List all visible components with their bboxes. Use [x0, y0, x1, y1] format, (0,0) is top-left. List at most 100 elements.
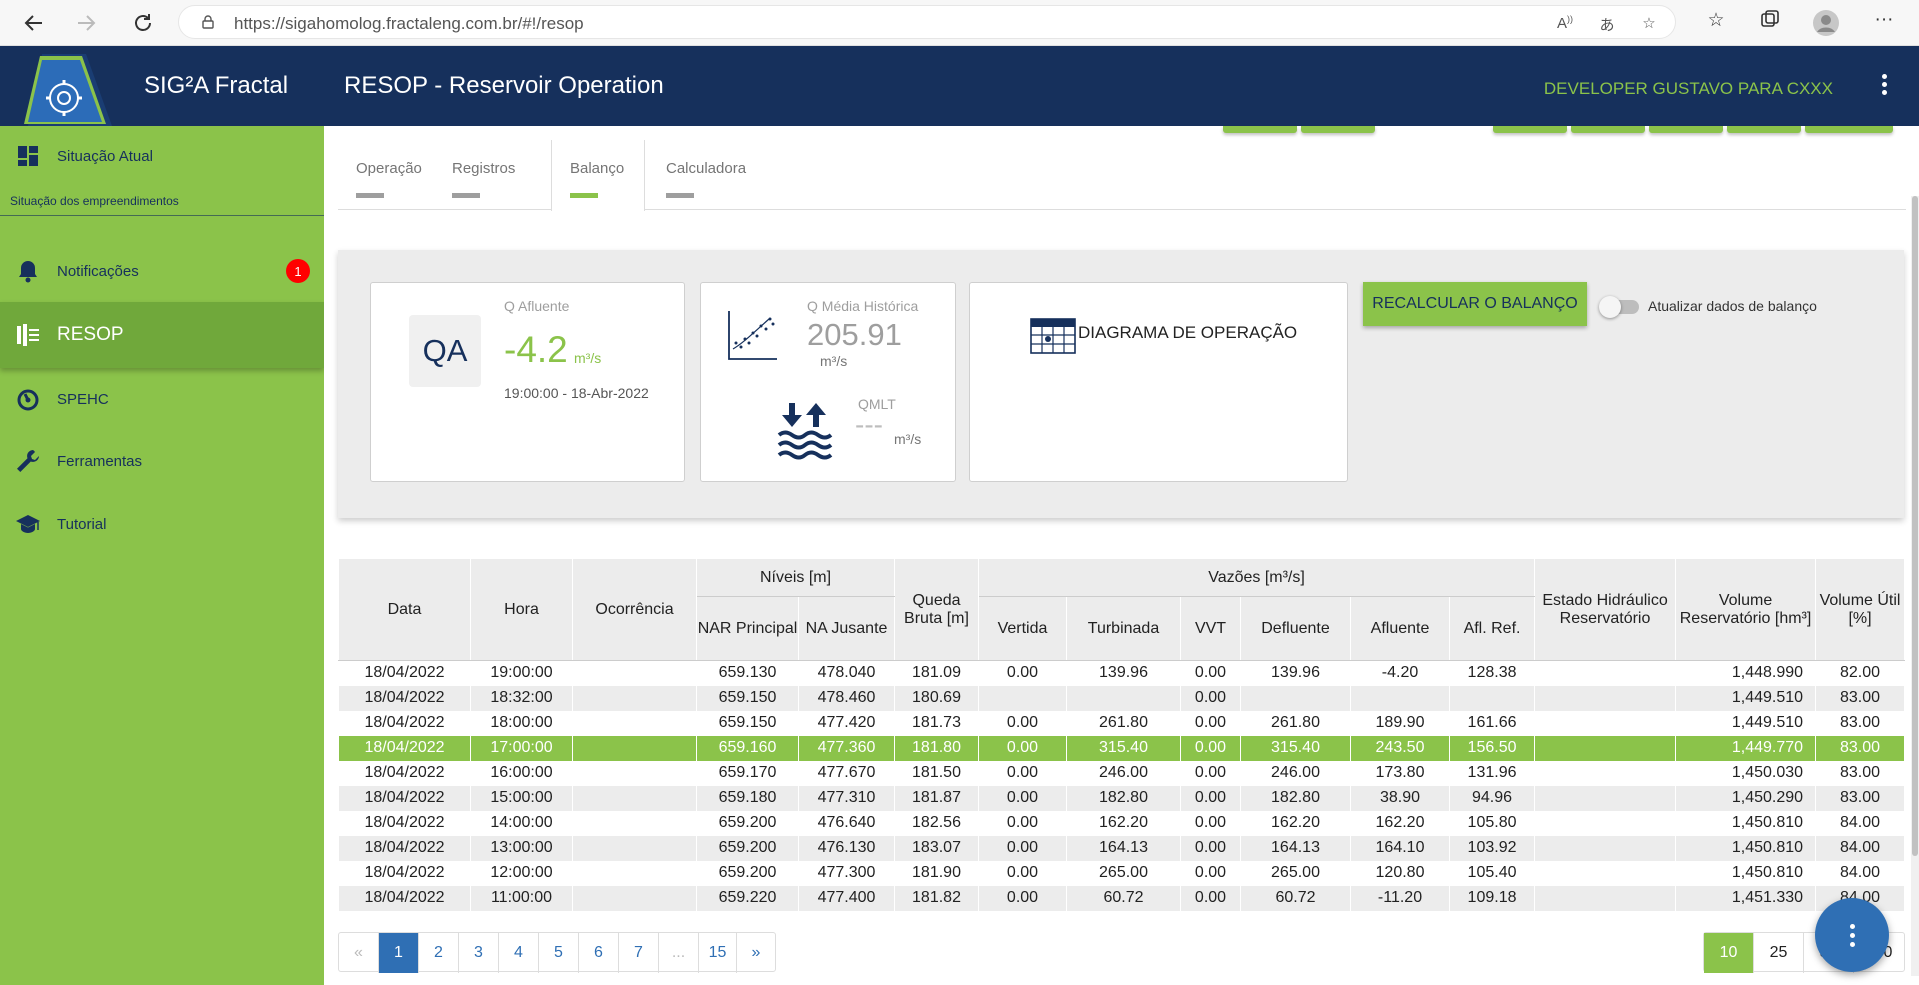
translate-icon[interactable]: あ: [1595, 14, 1619, 34]
col-header-defluente[interactable]: Defluente: [1240, 596, 1351, 661]
pagination: «1 2 3 4 5 6 7... 15»: [338, 932, 776, 973]
header-menu-icon[interactable]: [1879, 74, 1889, 98]
profile-avatar[interactable]: [1812, 9, 1840, 37]
toolbar-button[interactable]: [1223, 126, 1297, 133]
pagination-page-button[interactable]: 15: [699, 933, 737, 973]
sidebar-item-situacao[interactable]: Situação Atual: [0, 131, 324, 181]
sidebar-item-resop[interactable]: RESOP: [0, 302, 324, 368]
forward-icon[interactable]: [71, 8, 101, 38]
toolbar-button[interactable]: [1301, 126, 1375, 133]
favorites-icon[interactable]: ☆: [1702, 9, 1730, 37]
pagination-page-button[interactable]: 5: [539, 933, 579, 973]
sidebar-item-ferramentas[interactable]: Ferramentas: [0, 436, 324, 486]
add-favorite-icon[interactable]: ☆: [1637, 14, 1661, 34]
table-row[interactable]: 18/04/2022 18:32:00 659.150 478.460 180.69 0.…: [338, 685, 1906, 711]
col-header-na-jusante[interactable]: NA Jusante: [798, 596, 895, 661]
toolbar-button[interactable]: [1727, 126, 1801, 133]
col-header-turbinada[interactable]: Turbinada: [1066, 596, 1181, 661]
table-cell: 1,448.990: [1675, 660, 1817, 686]
pagination-page-button[interactable]: 2: [419, 933, 459, 973]
pagination-prev-button[interactable]: «: [339, 933, 379, 973]
atualizar-balanco-toggle[interactable]: [1599, 294, 1641, 318]
table-row[interactable]: 18/04/2022 11:00:00 659.220 477.400 181.82 0.…: [338, 885, 1906, 911]
collections-icon[interactable]: [1756, 9, 1784, 37]
table-cell: 0.00: [978, 860, 1067, 886]
col-header-nar-principal[interactable]: NAR Principal: [696, 596, 799, 661]
refresh-icon[interactable]: [128, 8, 158, 38]
pagination-page-button[interactable]: 6: [579, 933, 619, 973]
col-header-volume-reservatorio[interactable]: Volume Reservatório [hm³]: [1675, 558, 1817, 661]
table-cell: 478.040: [798, 660, 895, 686]
table-row[interactable]: 18/04/2022 19:00:00 659.130 478.040 181.09 0.…: [338, 660, 1906, 686]
browser-menu-icon[interactable]: ···: [1870, 9, 1898, 37]
app-logo[interactable]: [22, 52, 114, 126]
table-cell: 659.160: [696, 735, 799, 761]
table-cell: 246.00: [1240, 760, 1351, 786]
col-header-estado-hidraulico[interactable]: Estado Hidráulico Reservatório: [1534, 558, 1677, 661]
table-cell: [1066, 685, 1181, 711]
table-cell: 0.00: [978, 885, 1067, 911]
table-cell: 243.50: [1350, 735, 1450, 761]
floating-menu-button[interactable]: [1815, 898, 1889, 972]
back-icon[interactable]: [19, 8, 49, 38]
table-row[interactable]: 18/04/2022 14:00:00 659.200 476.640 182.56 0.…: [338, 810, 1906, 836]
col-header-vertida[interactable]: Vertida: [978, 596, 1067, 661]
table-cell: 16:00:00: [470, 760, 573, 786]
table-cell: 182.80: [1240, 785, 1351, 811]
table-cell: 181.87: [894, 785, 979, 811]
pagination-ellipsis[interactable]: ...: [659, 933, 699, 973]
tab-balanco[interactable]: Balanço: [551, 140, 645, 211]
table-cell: 18:00:00: [470, 710, 573, 736]
tab-operacao[interactable]: Operação: [338, 140, 434, 211]
col-header-afl-ref[interactable]: Afl. Ref.: [1448, 596, 1536, 661]
col-header-data[interactable]: Data: [338, 558, 471, 661]
tab-label: Balanço: [570, 160, 625, 177]
col-header-vvt[interactable]: VVT: [1180, 596, 1241, 661]
page-size-option[interactable]: 25: [1754, 933, 1804, 973]
col-header-hora[interactable]: Hora: [470, 558, 573, 661]
page-size-option[interactable]: 10: [1704, 933, 1754, 973]
table-cell: 18:32:00: [470, 685, 573, 711]
pagination-page-button[interactable]: 7: [619, 933, 659, 973]
address-bar[interactable]: https://sigahomolog.fractaleng.com.br/#!…: [178, 5, 1676, 39]
table-cell: 0.00: [978, 760, 1067, 786]
col-header-ocorrencia[interactable]: Ocorrência: [572, 558, 697, 661]
read-aloud-icon[interactable]: A)): [1553, 14, 1577, 34]
recalcular-balanco-button[interactable]: RECALCULAR O BALANÇO: [1363, 282, 1587, 326]
col-header-queda-bruta[interactable]: Queda Bruta [m]: [894, 558, 979, 661]
tab-calculadora[interactable]: Calculadora: [646, 140, 756, 211]
table-row[interactable]: 18/04/2022 12:00:00 659.200 477.300 181.90 0.…: [338, 860, 1906, 886]
pagination-next-button[interactable]: »: [737, 933, 775, 973]
toolbar-button[interactable]: [1649, 126, 1723, 133]
table-cell: 18/04/2022: [338, 760, 471, 786]
diagrama-operacao-card[interactable]: DIAGRAMA DE OPERAÇÃO: [969, 282, 1348, 482]
table-cell: 659.150: [696, 710, 799, 736]
table-row[interactable]: 18/04/2022 17:00:00 659.160 477.360 181.80 0.…: [338, 735, 1906, 761]
table-cell: 11:00:00: [470, 885, 573, 911]
table-row[interactable]: 18/04/2022 13:00:00 659.200 476.130 183.07 0.…: [338, 835, 1906, 861]
user-name[interactable]: DEVELOPER GUSTAVO PARA CXXX: [1544, 79, 1833, 99]
tab-registros[interactable]: Registros: [434, 140, 534, 211]
table-cell: 476.640: [798, 810, 895, 836]
col-header-volume-util[interactable]: Volume Útil [%]: [1815, 558, 1906, 661]
pagination-page-button[interactable]: 4: [499, 933, 539, 973]
pagination-page-button[interactable]: 3: [459, 933, 499, 973]
table-row[interactable]: 18/04/2022 15:00:00 659.180 477.310 181.87 0.…: [338, 785, 1906, 811]
toolbar-button[interactable]: [1493, 126, 1567, 133]
table-cell: 181.50: [894, 760, 979, 786]
col-header-afluente[interactable]: Afluente: [1350, 596, 1450, 661]
scrollbar[interactable]: [1911, 196, 1919, 976]
pagination-page-button[interactable]: 1: [379, 933, 419, 973]
table-cell: 139.96: [1066, 660, 1181, 686]
table-row[interactable]: 18/04/2022 18:00:00 659.150 477.420 181.73 0.…: [338, 710, 1906, 736]
toolbar-button[interactable]: [1805, 126, 1893, 133]
sidebar-item-spehc[interactable]: SPEHC: [0, 374, 324, 424]
sidebar-item-tutorial[interactable]: Tutorial: [0, 499, 324, 549]
toolbar-button[interactable]: [1571, 126, 1645, 133]
scrollbar-thumb[interactable]: [1912, 196, 1918, 856]
table-cell: 1,450.290: [1675, 785, 1817, 811]
sidebar-item-notificacoes[interactable]: Notificações 1: [0, 246, 324, 296]
table-row[interactable]: 18/04/2022 16:00:00 659.170 477.670 181.50 0.…: [338, 760, 1906, 786]
table-cell: 13:00:00: [470, 835, 573, 861]
table-cell: 659.200: [696, 835, 799, 861]
